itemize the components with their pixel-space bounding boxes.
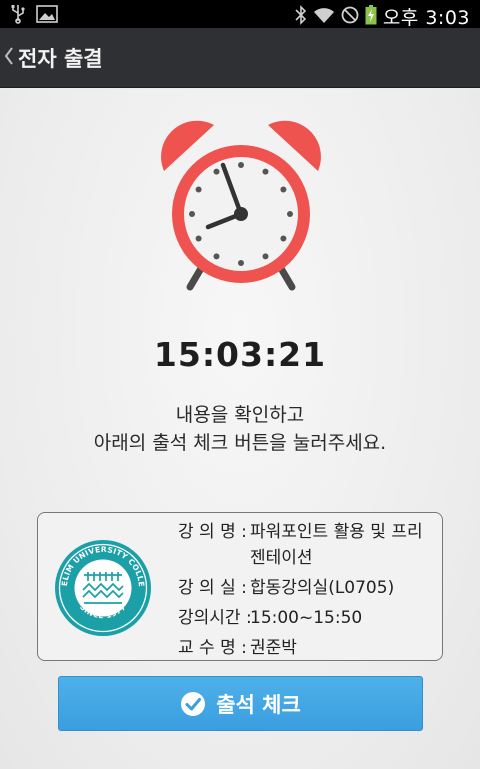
course-info: 강 의 명 : 파워포인트 활용 및 프리젠테이션 강 의 실 : 합동강의실(… [178, 519, 434, 665]
status-bar: 오후 3:03 [0, 0, 480, 29]
instruction-text: 내용을 확인하고 아래의 출석 체크 버튼을 눌러주세요. [0, 401, 480, 457]
current-time: 15:03:21 [153, 335, 327, 374]
classroom-label: 강 의 실 : [178, 578, 247, 598]
image-icon [36, 5, 58, 27]
battery-charging-icon [365, 4, 377, 29]
course-name-label: 강 의 명 : [178, 522, 247, 542]
page-title: 전자 출결 [18, 47, 103, 71]
back-button[interactable]: 전자 출결 [0, 28, 103, 88]
usb-icon [10, 4, 26, 28]
college-logo: DAELIM UNIVERSITY COLLEGE SINCE 1977 [54, 539, 151, 636]
chevron-left-icon [4, 46, 14, 71]
course-info-card: DAELIM UNIVERSITY COLLEGE SINCE 1977 강 의 [37, 512, 443, 661]
course-name-value: 파워포인트 활용 및 프리젠테이션 [250, 522, 423, 568]
classroom-value: 합동강의실(L0705) [250, 578, 395, 598]
instruction-line-1: 내용을 확인하고 [175, 404, 305, 426]
professor-label: 교 수 명 : [178, 638, 247, 658]
main-content: 15:03:21 내용을 확인하고 아래의 출석 체크 버튼을 눌러주세요. D… [0, 89, 480, 769]
classroom-row: 강 의 실 : 합동강의실(L0705) [178, 575, 434, 601]
professor-row: 교 수 명 : 권준박 [178, 635, 434, 661]
check-circle-icon [181, 691, 206, 716]
class-time-row: 강의시간 : 15:00~15:50 [178, 605, 434, 631]
instruction-line-2: 아래의 출석 체크 버튼을 눌러주세요. [93, 432, 387, 454]
class-time-label: 강의시간 : [178, 608, 252, 628]
professor-value: 권준박 [250, 638, 297, 658]
action-bar: 전자 출결 [0, 28, 480, 88]
course-name-row: 강 의 명 : 파워포인트 활용 및 프리젠테이션 [178, 519, 434, 571]
wifi-icon [313, 6, 335, 28]
alarm-clock-icon [161, 120, 321, 291]
bluetooth-icon [295, 4, 307, 29]
attendance-check-button[interactable]: 출석 체크 [58, 676, 423, 731]
class-time-value: 15:00~15:50 [250, 608, 363, 628]
attendance-check-label: 출석 체크 [216, 692, 301, 717]
status-time: 오후 3:03 [382, 7, 470, 29]
no-sync-icon [341, 6, 359, 28]
